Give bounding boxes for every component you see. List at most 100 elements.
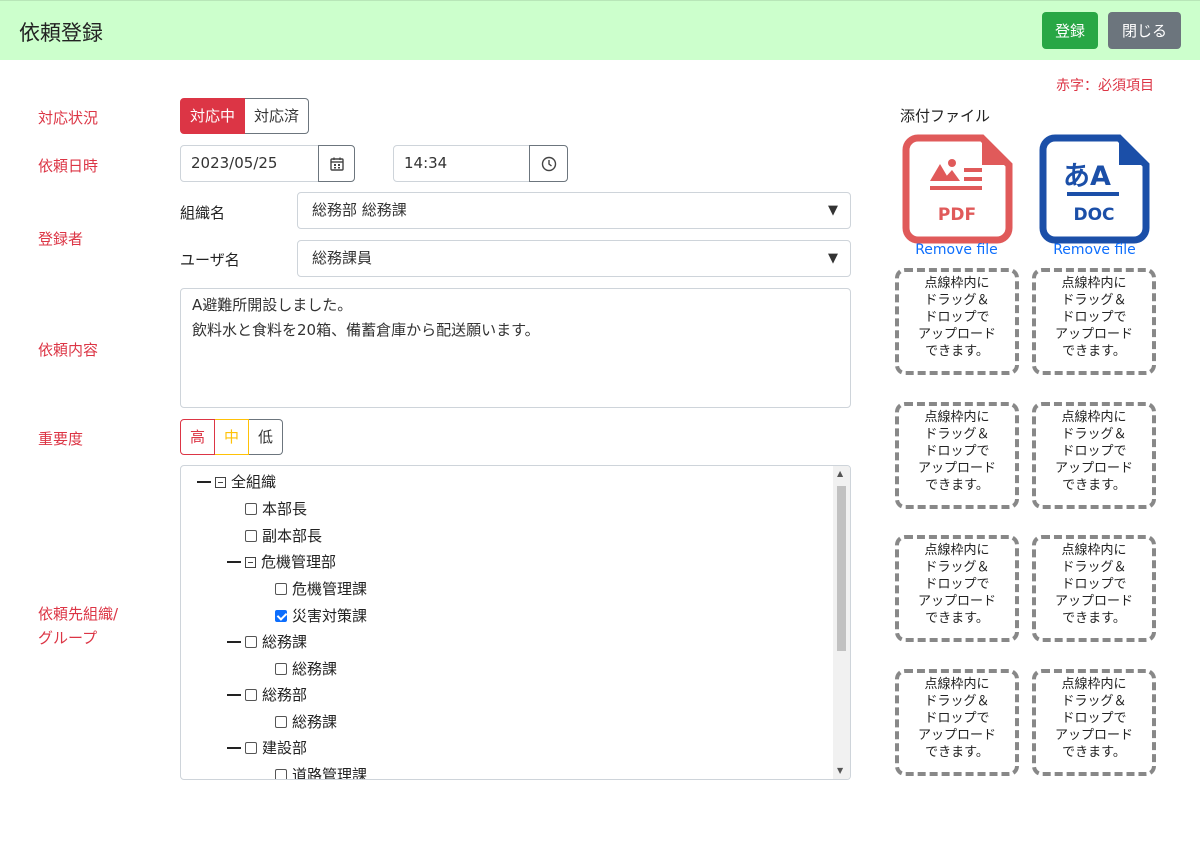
tree-node[interactable]: 危機管理課 xyxy=(275,577,367,601)
drop-text: ドラッグ＆ xyxy=(924,293,990,308)
drop-text: ドロップで xyxy=(924,577,990,592)
drop-text: 点線枠内に xyxy=(924,677,990,692)
drop-zone[interactable]: 点線枠内に ドラッグ＆ ドロップで アップロード できます。 xyxy=(895,669,1019,776)
tree-checkbox-checked[interactable] xyxy=(275,610,287,622)
tree-node-group[interactable]: 総務課 xyxy=(227,630,307,654)
drop-zone[interactable]: 点線枠内に ドラッグ＆ ドロップで アップロード できます。 xyxy=(1032,268,1156,375)
registrant-label: 登録者 xyxy=(38,230,84,248)
scroll-down-icon[interactable]: ▼ xyxy=(837,766,843,775)
status-toggle: 対応中 対応済 xyxy=(180,98,310,134)
tree-node[interactable]: 副本部長 xyxy=(245,524,322,548)
tree-node-label: 危機管理部 xyxy=(261,553,337,571)
drop-zone[interactable]: 点線枠内に ドラッグ＆ ドロップで アップロード できます。 xyxy=(895,402,1019,509)
attachments-title: 添付ファイル xyxy=(900,107,991,125)
tree-line xyxy=(197,481,211,483)
drop-zone[interactable]: 点線枠内に ドラッグ＆ ドロップで アップロード できます。 xyxy=(1032,669,1156,776)
calendar-button[interactable] xyxy=(318,145,355,182)
close-button[interactable]: 閉じる xyxy=(1108,12,1181,49)
drop-zone[interactable]: 点線枠内に ドラッグ＆ ドロップで アップロード できます。 xyxy=(895,535,1019,642)
priority-low-button[interactable]: 低 xyxy=(249,419,284,455)
scroll-up-icon[interactable]: ▲ xyxy=(837,469,843,478)
time-input[interactable]: 14:34 xyxy=(393,145,530,182)
clock-button[interactable] xyxy=(529,145,568,182)
tree-node-label: 災害対策課 xyxy=(292,607,368,625)
tree-node-label: 副本部長 xyxy=(262,527,323,545)
tree-node-label: 総務課 xyxy=(292,660,338,678)
tree-checkbox[interactable] xyxy=(275,716,287,728)
drop-text: できます。 xyxy=(1062,611,1126,626)
tree-node-group[interactable]: 建設部 xyxy=(227,736,307,760)
org-label: 組織名 xyxy=(180,204,226,222)
tree-node[interactable]: 道路管理課 xyxy=(275,763,368,780)
tree-node-label: 建設部 xyxy=(262,739,308,757)
drop-text: ドロップで xyxy=(924,310,990,325)
tree-checkbox[interactable] xyxy=(245,636,257,648)
drop-text: ドロップで xyxy=(1061,711,1127,726)
tree-node-label: 総務部 xyxy=(262,686,308,704)
header-bar: 依頼登録 登録 閉じる xyxy=(0,0,1200,60)
drop-zone[interactable]: 点線枠内に ドラッグ＆ ドロップで アップロード できます。 xyxy=(1032,402,1156,509)
content-textarea[interactable]: A避難所開設しました。 飲料水と食料を20箱、備蓄倉庫から配送願います。 xyxy=(180,288,851,408)
register-button[interactable]: 登録 xyxy=(1042,12,1098,49)
drop-text: ドロップで xyxy=(1061,577,1127,592)
tree-node[interactable]: 総務課 xyxy=(275,710,337,734)
org-select[interactable]: 総務部 総務課 ▼ xyxy=(297,192,851,229)
tree-node-group[interactable]: 総務部 xyxy=(227,683,307,707)
tree-node[interactable]: 総務課 xyxy=(275,657,337,681)
tree-checkbox[interactable] xyxy=(245,742,257,754)
drop-text: できます。 xyxy=(1062,478,1126,493)
status-label: 対応状況 xyxy=(38,109,99,127)
user-select-value: 総務課員 xyxy=(312,249,373,267)
org-tree[interactable]: 全組織 本部長 副本部長 危機管理部 危機管理課 災害対策課 総務課 総務課 総… xyxy=(180,465,851,780)
priority-high-button[interactable]: 高 xyxy=(180,419,216,455)
target-label-line2: グループ xyxy=(38,629,98,647)
tree-checkbox[interactable] xyxy=(275,583,287,595)
tree-node-all[interactable]: 全組織 xyxy=(197,470,276,494)
doc-glyph: あA xyxy=(1063,161,1111,192)
tree-node-label: 道路管理課 xyxy=(292,766,368,780)
status-in-progress-button[interactable]: 対応中 xyxy=(180,98,246,134)
tree-checkbox[interactable] xyxy=(245,530,257,542)
tree-checkbox[interactable] xyxy=(245,689,257,701)
content-line-2: 飲料水と食料を20箱、備蓄倉庫から配送願います。 xyxy=(192,321,540,339)
collapse-icon[interactable] xyxy=(245,556,256,568)
content-line-1: A避難所開設しました。 xyxy=(192,296,353,314)
scroll-thumb[interactable] xyxy=(837,486,846,651)
date-input[interactable]: 2023/05/25 xyxy=(180,145,319,182)
drop-text: ドラッグ＆ xyxy=(924,427,990,442)
priority-mid-button[interactable]: 中 xyxy=(215,419,250,455)
tree-node-label: 全組織 xyxy=(231,473,277,491)
status-done-button[interactable]: 対応済 xyxy=(245,98,310,134)
drop-text: できます。 xyxy=(1062,344,1126,359)
drop-text: 点線枠内に xyxy=(924,276,990,291)
chevron-down-icon: ▼ xyxy=(828,203,838,218)
doc-label: DOC xyxy=(1073,205,1114,225)
drop-text: アップロード xyxy=(917,461,996,476)
tree-scrollbar[interactable]: ▲ ▼ xyxy=(833,466,850,779)
drop-text: アップロード xyxy=(1054,461,1133,476)
drop-text: 点線枠内に xyxy=(1061,276,1127,291)
tree-node[interactable]: 災害対策課 xyxy=(275,604,367,628)
page-title: 依頼登録 xyxy=(19,21,103,45)
user-select[interactable]: 総務課員 ▼ xyxy=(297,240,851,277)
collapse-icon[interactable] xyxy=(215,476,226,488)
tree-line xyxy=(227,641,241,643)
remove-file-link[interactable]: Remove file xyxy=(1039,242,1150,258)
tree-node[interactable]: 本部長 xyxy=(245,497,307,521)
required-note: 赤字：必須項目 xyxy=(1056,78,1154,94)
drop-zone[interactable]: 点線枠内に ドラッグ＆ ドロップで アップロード できます。 xyxy=(895,268,1019,375)
drop-text: 点線枠内に xyxy=(1061,543,1127,558)
drop-zone[interactable]: 点線枠内に ドラッグ＆ ドロップで アップロード できます。 xyxy=(1032,535,1156,642)
drop-text: アップロード xyxy=(917,728,996,743)
remove-file-link[interactable]: Remove file xyxy=(901,242,1012,258)
tree-node-label: 総務課 xyxy=(262,633,308,651)
org-select-value: 総務部 総務課 xyxy=(312,201,407,219)
drop-text: ドロップで xyxy=(924,711,990,726)
tree-node-group[interactable]: 危機管理部 xyxy=(227,550,336,574)
tree-checkbox[interactable] xyxy=(275,769,287,779)
drop-text: できます。 xyxy=(1062,745,1126,760)
tree-checkbox[interactable] xyxy=(275,663,287,675)
tree-checkbox[interactable] xyxy=(245,503,257,515)
user-label: ユーザ名 xyxy=(180,251,240,269)
drop-text: ドラッグ＆ xyxy=(1061,560,1127,575)
